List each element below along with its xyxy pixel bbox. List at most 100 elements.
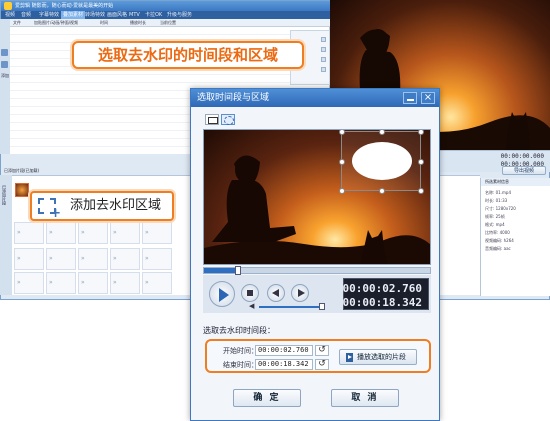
- clip-thumbnail[interactable]: [15, 183, 29, 197]
- empty-clip-slot[interactable]: »: [46, 222, 76, 244]
- resize-handle[interactable]: [339, 159, 345, 165]
- end-time-input[interactable]: 00:00:18.342: [255, 359, 313, 370]
- volume-slider[interactable]: [259, 306, 325, 308]
- reset-end-time-icon[interactable]: ↺: [315, 359, 329, 370]
- setting-checkbox[interactable]: [321, 47, 326, 52]
- setting-checkbox[interactable]: [321, 37, 326, 42]
- info-row: 帧率: 25帧: [485, 214, 505, 219]
- callout-top-text: 选取去水印的时间段和区域: [97, 46, 278, 64]
- progress-knob[interactable]: [234, 266, 241, 275]
- info-row: 尺寸: 1280x720: [485, 206, 516, 211]
- dialog-title: 选取时间段与区域: [197, 93, 270, 103]
- ok-button[interactable]: 确 定: [233, 389, 301, 407]
- empty-clip-slot[interactable]: »: [46, 272, 76, 294]
- play-button[interactable]: [209, 281, 235, 307]
- track-side-label: 已添加片段: [2, 185, 7, 205]
- chevron-right-icon: »: [17, 229, 21, 236]
- col-header-position: 当前位置: [160, 20, 176, 25]
- empty-clip-slot[interactable]: »: [14, 248, 44, 270]
- empty-clip-slot[interactable]: »: [14, 222, 44, 244]
- add-region-icon: [38, 198, 61, 221]
- info-row: 视频编码: h264: [485, 238, 514, 243]
- resize-handle[interactable]: [418, 130, 424, 135]
- clip-info-title: 所选素材信息: [481, 178, 550, 186]
- callout-left-text: 添加去水印区域: [70, 198, 162, 213]
- minimize-button[interactable]: [403, 92, 417, 104]
- list-row[interactable]: [10, 75, 330, 83]
- reset-start-time-icon[interactable]: ↺: [315, 345, 329, 356]
- segment-section-title: 选取去水印时间段：: [203, 326, 275, 335]
- info-row: 时长: 01:33: [485, 198, 508, 203]
- empty-clip-slot[interactable]: »: [110, 248, 140, 270]
- cancel-button[interactable]: 取 消: [331, 389, 399, 407]
- col-header-overlay: 加贴图片/动画/钟面/视频: [34, 20, 79, 25]
- stop-button[interactable]: [241, 284, 259, 302]
- chevron-right-icon: »: [49, 229, 53, 236]
- empty-clip-slot[interactable]: »: [142, 248, 172, 270]
- setting-checkbox[interactable]: [321, 67, 326, 72]
- empty-clip-slot[interactable]: »: [78, 272, 108, 294]
- progress-fill: [204, 268, 238, 273]
- resize-handle[interactable]: [379, 130, 385, 135]
- chevron-right-icon: »: [113, 279, 117, 286]
- setting-checkbox[interactable]: [321, 57, 326, 62]
- chevron-right-icon: »: [145, 255, 149, 262]
- close-button[interactable]: ×: [421, 92, 435, 104]
- resize-handle[interactable]: [379, 188, 385, 194]
- preview-current-time: 00:00:00.000: [500, 153, 544, 160]
- volume-knob[interactable]: [319, 303, 325, 310]
- col-header-duration: 播放时长: [130, 20, 146, 25]
- chevron-right-icon: »: [81, 255, 85, 262]
- chevron-right-icon: »: [113, 255, 117, 262]
- empty-clip-slot[interactable]: »: [142, 222, 172, 244]
- dialog-video-preview[interactable]: [203, 129, 431, 265]
- empty-clip-slot[interactable]: »: [110, 272, 140, 294]
- next-frame-button[interactable]: [291, 284, 309, 302]
- watermark-ellipse-region[interactable]: [352, 142, 412, 180]
- callout-add-watermark-region: 添加去水印区域: [30, 191, 174, 221]
- end-time-label: 结束时间：: [223, 361, 258, 369]
- chevron-right-icon: »: [49, 279, 53, 286]
- chevron-right-icon: »: [81, 229, 85, 236]
- chevron-right-icon: »: [17, 279, 21, 286]
- empty-clip-slot[interactable]: »: [110, 222, 140, 244]
- track-sidebar: 已添加片段: [0, 175, 12, 295]
- editor-title: 爱剪辑 随影而，随心而动·爱就是最美的开始: [15, 3, 114, 9]
- info-row: 比特率: 4000: [485, 230, 510, 235]
- volume-icon[interactable]: ◀: [249, 303, 255, 310]
- col-header-file: 文件: [13, 20, 21, 25]
- empty-clip-slot[interactable]: »: [78, 248, 108, 270]
- resize-handle[interactable]: [418, 188, 424, 194]
- playback-progress-bar[interactable]: [203, 266, 431, 275]
- chevron-right-icon: »: [49, 255, 53, 262]
- playback-controls: ◀ 00:00:02.760 00:00:18.342: [203, 275, 431, 313]
- chevron-right-icon: »: [113, 229, 117, 236]
- start-time-label: 开始时间：: [223, 347, 258, 355]
- start-time-input[interactable]: 00:00:02.760: [255, 345, 313, 356]
- export-video-button[interactable]: 导出视频: [502, 166, 546, 175]
- watermark-tool-icon[interactable]: [1, 61, 8, 68]
- info-row: 名称: 01.mp4: [485, 190, 511, 195]
- current-time: 00:00:02.760: [342, 282, 422, 295]
- play-segment-icon: [346, 353, 353, 362]
- empty-clip-slot[interactable]: »: [46, 248, 76, 270]
- watermark-selection-box[interactable]: [339, 130, 424, 194]
- empty-clip-slot[interactable]: »: [142, 272, 172, 294]
- empty-clip-slot[interactable]: »: [14, 272, 44, 294]
- empty-clip-slot[interactable]: »: [78, 222, 108, 244]
- time-display: 00:00:02.760 00:00:18.342: [343, 278, 429, 310]
- resize-handle[interactable]: [339, 188, 345, 194]
- list-row[interactable]: [10, 27, 330, 35]
- ellipse-region-tool-icon[interactable]: [221, 114, 235, 125]
- left-add-label: 添加: [1, 73, 9, 78]
- dialog-titlebar: 选取时间段与区域 ×: [191, 89, 439, 107]
- resize-handle[interactable]: [339, 130, 345, 135]
- previous-frame-button[interactable]: [267, 284, 285, 302]
- play-selected-segment-button[interactable]: 播放选取的片段: [339, 349, 417, 365]
- info-row: 音频编码: aac: [485, 246, 511, 251]
- screenshot-stage: 爱剪辑 随影而，随心而动·爱就是最美的开始 视频 音频 字幕特效 叠加素材 转场…: [0, 0, 550, 421]
- clip-info-panel: 所选素材信息 名称: 01.mp4 时长: 01:33 尺寸: 1280x720…: [480, 178, 550, 296]
- overlay-tool-icon[interactable]: [1, 49, 8, 56]
- resize-handle[interactable]: [418, 159, 424, 165]
- rectangle-region-tool-icon[interactable]: [205, 114, 219, 125]
